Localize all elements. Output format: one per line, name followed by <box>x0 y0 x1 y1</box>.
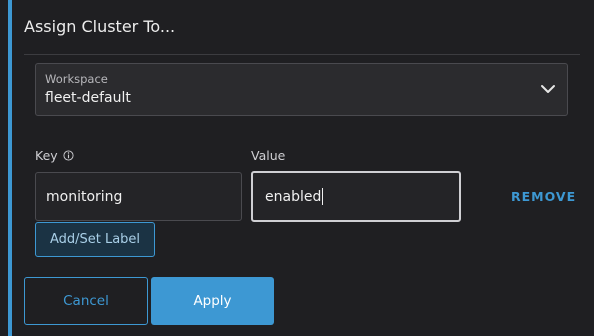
label-key-value: monitoring <box>46 188 123 205</box>
info-icon[interactable] <box>63 150 74 161</box>
workspace-select[interactable]: Workspace fleet-default <box>35 63 568 116</box>
chevron-down-icon[interactable] <box>539 80 557 98</box>
label-value-input[interactable]: enabled <box>251 171 461 222</box>
label-key-input[interactable]: monitoring <box>35 172 242 221</box>
workspace-select-value: fleet-default <box>45 90 131 106</box>
text-caret <box>322 188 324 205</box>
apply-button[interactable]: Apply <box>151 277 274 325</box>
cancel-button[interactable]: Cancel <box>24 277 148 325</box>
workspace-select-label: Workspace <box>45 72 108 86</box>
key-field-label: Key <box>35 148 74 163</box>
label-value-text: enabled <box>265 188 322 205</box>
add-set-label-button[interactable]: Add/Set Label <box>35 222 155 257</box>
key-label-text: Key <box>35 148 58 163</box>
title-divider <box>24 54 580 55</box>
value-field-label: Value <box>251 148 286 163</box>
dialog-accent-bar <box>8 0 12 336</box>
dialog-title: Assign Cluster To... <box>24 17 176 36</box>
remove-label-button[interactable]: REMOVE <box>511 189 576 204</box>
